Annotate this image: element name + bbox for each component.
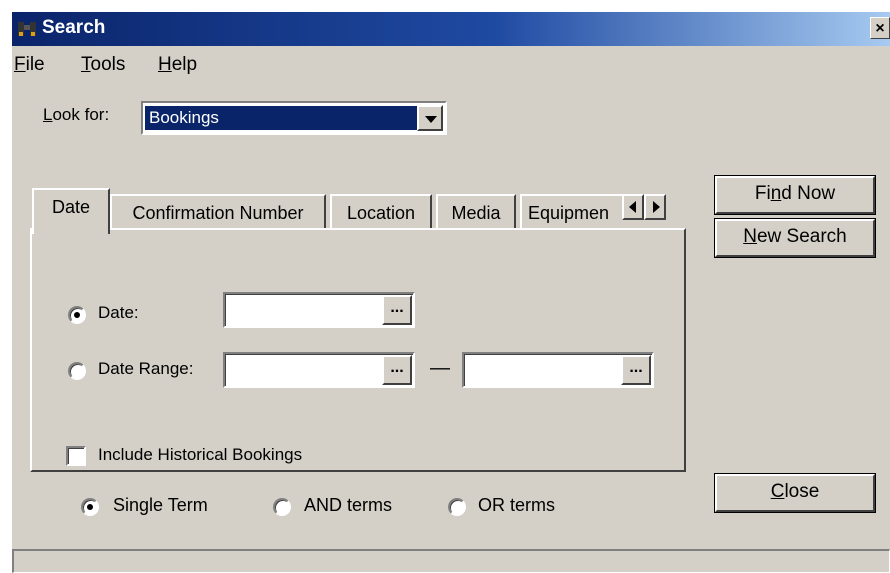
tab-date[interactable]: Date <box>32 188 110 234</box>
close-label: lose <box>784 481 820 502</box>
date-input[interactable]: ... <box>223 292 415 328</box>
close-button[interactable]: Close <box>714 473 876 513</box>
arrow-left-icon <box>629 201 636 213</box>
find-now-mnemonic: n <box>770 183 782 204</box>
tab-equipment-label: Equipmen <box>528 203 610 223</box>
date-radio-label: Date: <box>98 303 139 322</box>
window-title: Search <box>42 17 106 38</box>
close-window-button[interactable]: × <box>870 17 890 39</box>
arrow-right-icon <box>653 201 660 213</box>
ellipsis-icon: ... <box>629 359 643 376</box>
new-search-label: ew Search <box>756 226 847 247</box>
chevron-down-icon <box>425 116 437 123</box>
menu-tools[interactable]: Tools <box>81 54 125 76</box>
search-window: Search × File Tools Help Look for: Booki… <box>12 12 890 573</box>
tab-location[interactable]: Location <box>330 194 432 230</box>
date-picker-button[interactable]: ... <box>382 295 412 325</box>
tab-location-label: Location <box>346 203 416 223</box>
date-range-from-input[interactable]: ... <box>223 352 415 388</box>
ellipsis-icon: ... <box>390 299 404 316</box>
menu-file[interactable]: File <box>14 54 45 76</box>
date-range-label: Date Range: <box>98 359 194 378</box>
menu-tools-mnemonic: T <box>81 54 91 75</box>
new-search-button[interactable]: New Search <box>714 218 876 258</box>
menu-file-mnemonic: F <box>14 54 26 75</box>
and-terms-radio[interactable] <box>273 498 291 516</box>
look-for-label: Look for: <box>43 105 109 125</box>
single-term-label: Single Term <box>113 495 208 515</box>
tab-date-label: Date <box>51 197 91 217</box>
range-dash: — <box>430 357 450 379</box>
find-now-label-pre: Fi <box>754 183 771 204</box>
close-mnemonic: C <box>770 481 785 502</box>
include-historical-checkbox[interactable] <box>66 446 86 466</box>
title-bar[interactable]: Search × <box>12 12 890 46</box>
tab-equipment[interactable]: Equipmen <box>520 194 626 230</box>
date-tab-panel: Date: ... Date Range: ... — ... Include … <box>30 228 686 472</box>
menu-file-label: ile <box>25 54 45 75</box>
tab-media[interactable]: Media <box>436 194 516 230</box>
date-range-radio[interactable] <box>68 362 86 380</box>
menu-help[interactable]: Help <box>158 54 197 76</box>
close-icon: × <box>875 20 885 37</box>
tab-media-label: Media <box>451 203 501 223</box>
dropdown-button[interactable] <box>417 105 443 131</box>
date-range-to-input[interactable]: ... <box>462 352 654 388</box>
tab-scroll-right-button[interactable] <box>644 194 666 220</box>
status-bar <box>12 549 890 573</box>
menu-help-label: elp <box>171 54 198 75</box>
tab-confirmation-number-label: Confirmation Number <box>132 203 304 223</box>
and-terms-label: AND terms <box>304 495 393 515</box>
new-search-mnemonic: N <box>743 226 757 247</box>
tab-confirmation-number[interactable]: Confirmation Number <box>110 194 326 230</box>
look-for-text: ook for: <box>52 105 110 124</box>
date-radio[interactable] <box>68 306 86 324</box>
date-range-from-picker-button[interactable]: ... <box>382 355 412 385</box>
single-term-radio[interactable] <box>81 498 99 516</box>
look-for-select[interactable]: Bookings <box>141 101 447 135</box>
menu-help-mnemonic: H <box>158 54 172 75</box>
or-terms-label: OR terms <box>478 495 556 515</box>
ellipsis-icon: ... <box>390 359 404 376</box>
date-range-to-picker-button[interactable]: ... <box>621 355 651 385</box>
look-for-value: Bookings <box>145 106 419 130</box>
binoculars-icon <box>18 22 36 36</box>
tab-scroll-left-button[interactable] <box>622 194 644 220</box>
include-historical-label: Include Historical Bookings <box>98 445 303 464</box>
menu-tools-label: ools <box>90 54 126 75</box>
or-terms-radio[interactable] <box>448 498 466 516</box>
find-now-button[interactable]: Find Now <box>714 175 876 215</box>
find-now-label-post: d Now <box>781 183 836 204</box>
